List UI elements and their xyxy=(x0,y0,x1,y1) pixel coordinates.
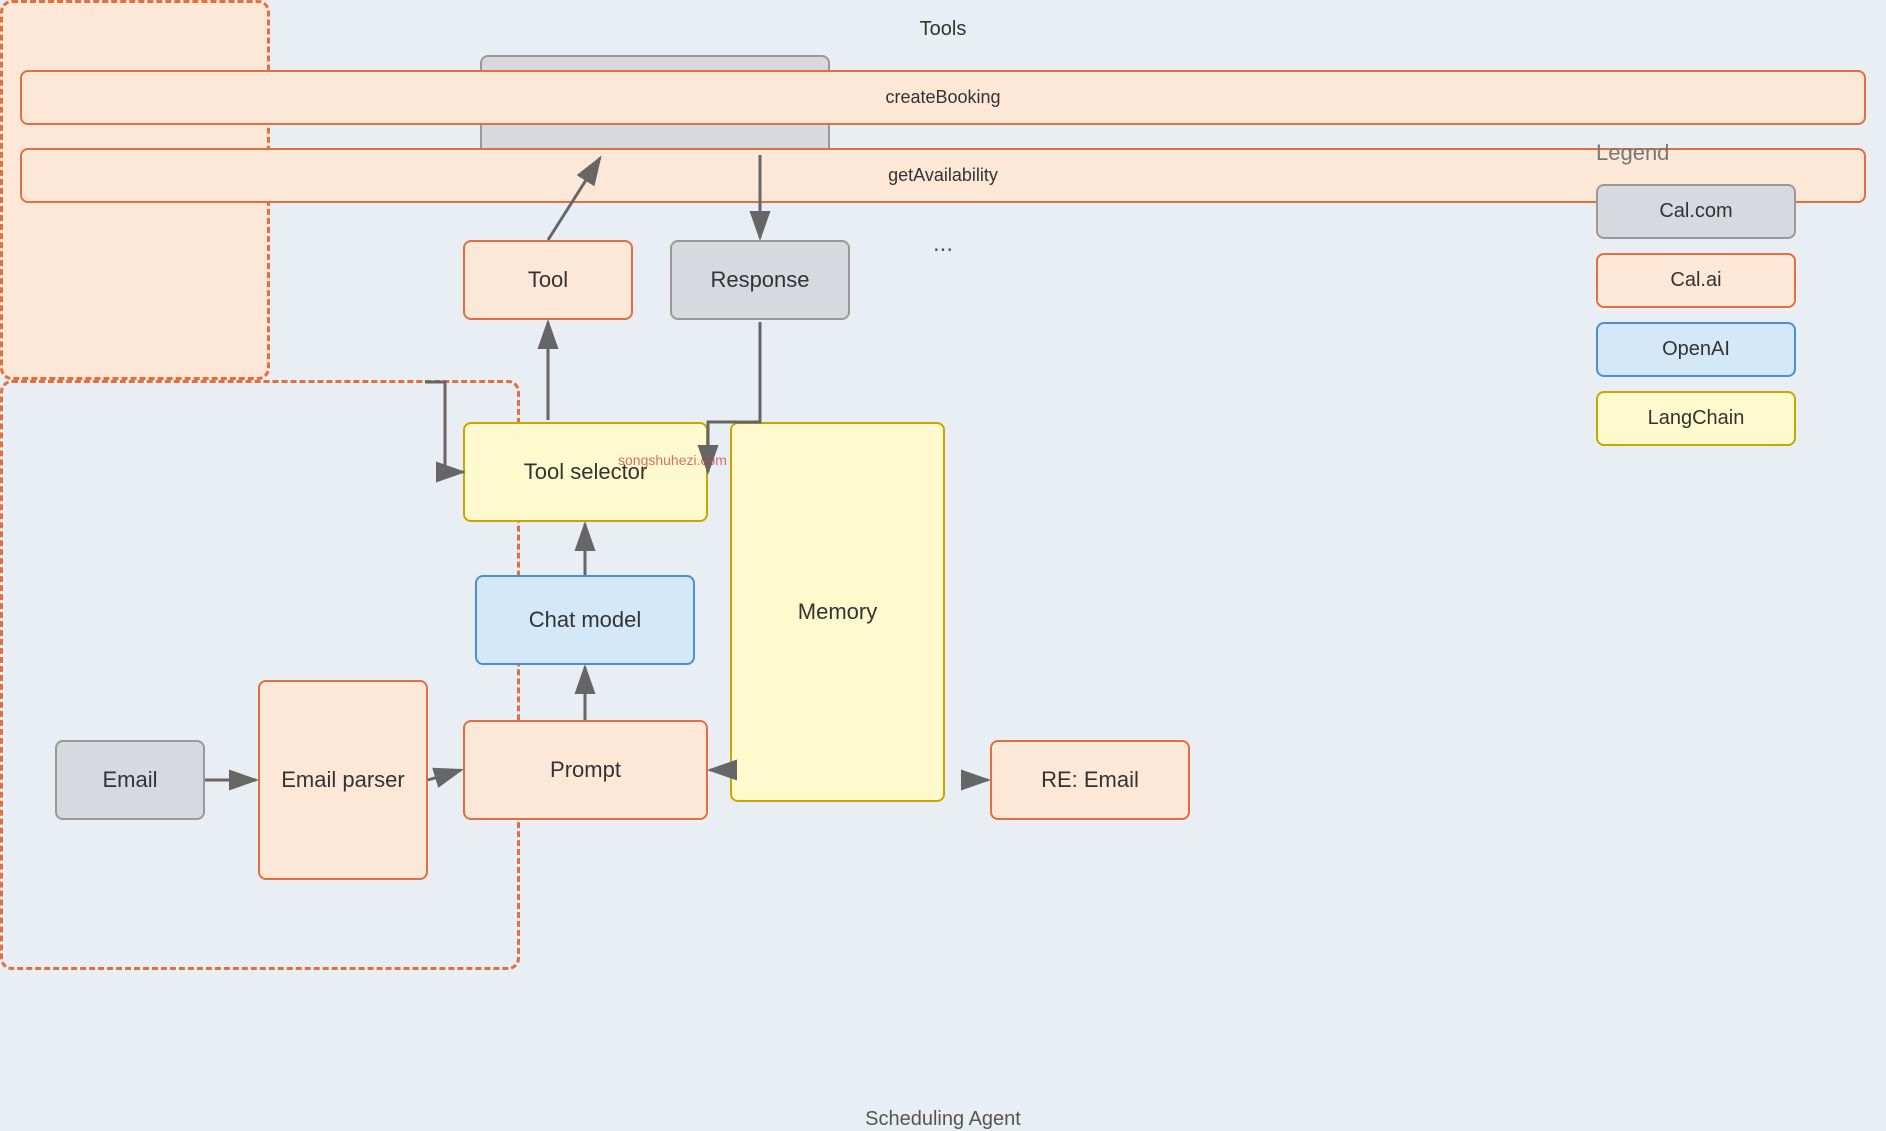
chat-model-label: Chat model xyxy=(529,607,642,633)
legend-openai: OpenAI xyxy=(1596,322,1796,377)
legend-calai: Cal.ai xyxy=(1596,253,1796,308)
legend-calai-label: Cal.ai xyxy=(1670,269,1721,292)
legend-langchain: LangChain xyxy=(1596,391,1796,446)
legend-openai-label: OpenAI xyxy=(1662,338,1730,361)
diagram-container: Cal.com API Tools createBooking getAvail… xyxy=(0,0,1886,1096)
email-box: Email xyxy=(55,740,205,820)
legend-calcom: Cal.com xyxy=(1596,184,1796,239)
memory-box: Memory xyxy=(730,422,945,802)
re-email-box: RE: Email xyxy=(990,740,1190,820)
scheduling-agent-label: Scheduling Agent xyxy=(0,1108,1886,1131)
legend-langchain-label: LangChain xyxy=(1648,407,1745,430)
response-label: Response xyxy=(710,267,809,293)
watermark: songshuhezi.com xyxy=(618,452,727,468)
response-box: Response xyxy=(670,240,850,320)
re-email-label: RE: Email xyxy=(1041,767,1139,793)
legend-title: Legend xyxy=(1596,140,1796,166)
get-availability-box: getAvailability xyxy=(20,148,1866,203)
memory-label: Memory xyxy=(798,599,877,625)
prompt-box: Prompt xyxy=(463,720,708,820)
prompt-label: Prompt xyxy=(550,757,621,783)
chat-model-box: Chat model xyxy=(475,575,695,665)
tools-title: Tools xyxy=(0,18,1886,41)
tool-label: Tool xyxy=(528,267,568,293)
legend-calcom-label: Cal.com xyxy=(1659,200,1732,223)
tool-box: Tool xyxy=(463,240,633,320)
tools-container: Tools createBooking getAvailability ... xyxy=(0,0,270,380)
legend: Legend Cal.com Cal.ai OpenAI LangChain xyxy=(1596,140,1796,460)
create-booking-box: createBooking xyxy=(20,70,1866,125)
tool-selector-box: Tool selector xyxy=(463,422,708,522)
email-parser-label: Email parser xyxy=(281,767,404,793)
scheduling-agent-container: Scheduling Agent xyxy=(0,380,520,970)
email-parser-box: Email parser xyxy=(258,680,428,880)
email-label: Email xyxy=(102,767,157,793)
